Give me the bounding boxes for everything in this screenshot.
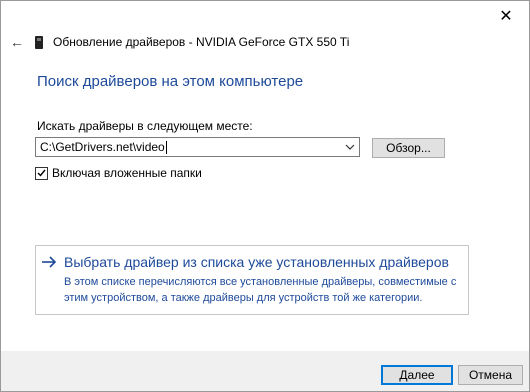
pick-from-list-description: В этом списке перечисляются все установл… bbox=[64, 276, 457, 304]
pick-from-list-option[interactable]: Выбрать драйвер из списка уже установлен… bbox=[35, 245, 469, 315]
search-location-label: Искать драйверы в следующем месте: bbox=[37, 119, 253, 133]
browse-button[interactable]: Обзор... bbox=[372, 138, 445, 158]
next-button[interactable]: Далее bbox=[381, 365, 453, 385]
include-subfolders-label: Включая вложенные папки bbox=[52, 166, 202, 180]
path-input[interactable]: C:\GetDrivers.net\video bbox=[36, 139, 341, 155]
back-arrow-icon: ← bbox=[10, 34, 24, 50]
close-button[interactable]: ✕ bbox=[483, 1, 529, 31]
pick-from-list-title: Выбрать драйвер из списка уже установлен… bbox=[64, 254, 449, 270]
path-value: C:\GetDrivers.net\video bbox=[40, 139, 165, 154]
arrow-right-icon bbox=[41, 255, 57, 274]
include-subfolders-option[interactable]: Включая вложенные папки bbox=[35, 166, 202, 180]
back-button[interactable]: ← bbox=[1, 31, 33, 53]
text-cursor bbox=[165, 141, 167, 155]
title-bar: ← Обновление драйверов - NVIDIA GeForce … bbox=[1, 31, 529, 53]
checkmark-icon bbox=[37, 169, 46, 177]
device-icon bbox=[35, 35, 43, 49]
close-icon: ✕ bbox=[499, 8, 513, 25]
path-combobox[interactable]: C:\GetDrivers.net\video bbox=[35, 137, 360, 157]
page-heading: Поиск драйверов на этом компьютере bbox=[37, 73, 304, 90]
cancel-button[interactable]: Отмена bbox=[458, 365, 523, 385]
driver-update-window: ✕ ← Обновление драйверов - NVIDIA GeForc… bbox=[0, 0, 530, 392]
window-title: Обновление драйверов - NVIDIA GeForce GT… bbox=[53, 35, 350, 49]
include-subfolders-checkbox[interactable] bbox=[35, 166, 48, 180]
chevron-down-icon[interactable] bbox=[341, 138, 359, 156]
